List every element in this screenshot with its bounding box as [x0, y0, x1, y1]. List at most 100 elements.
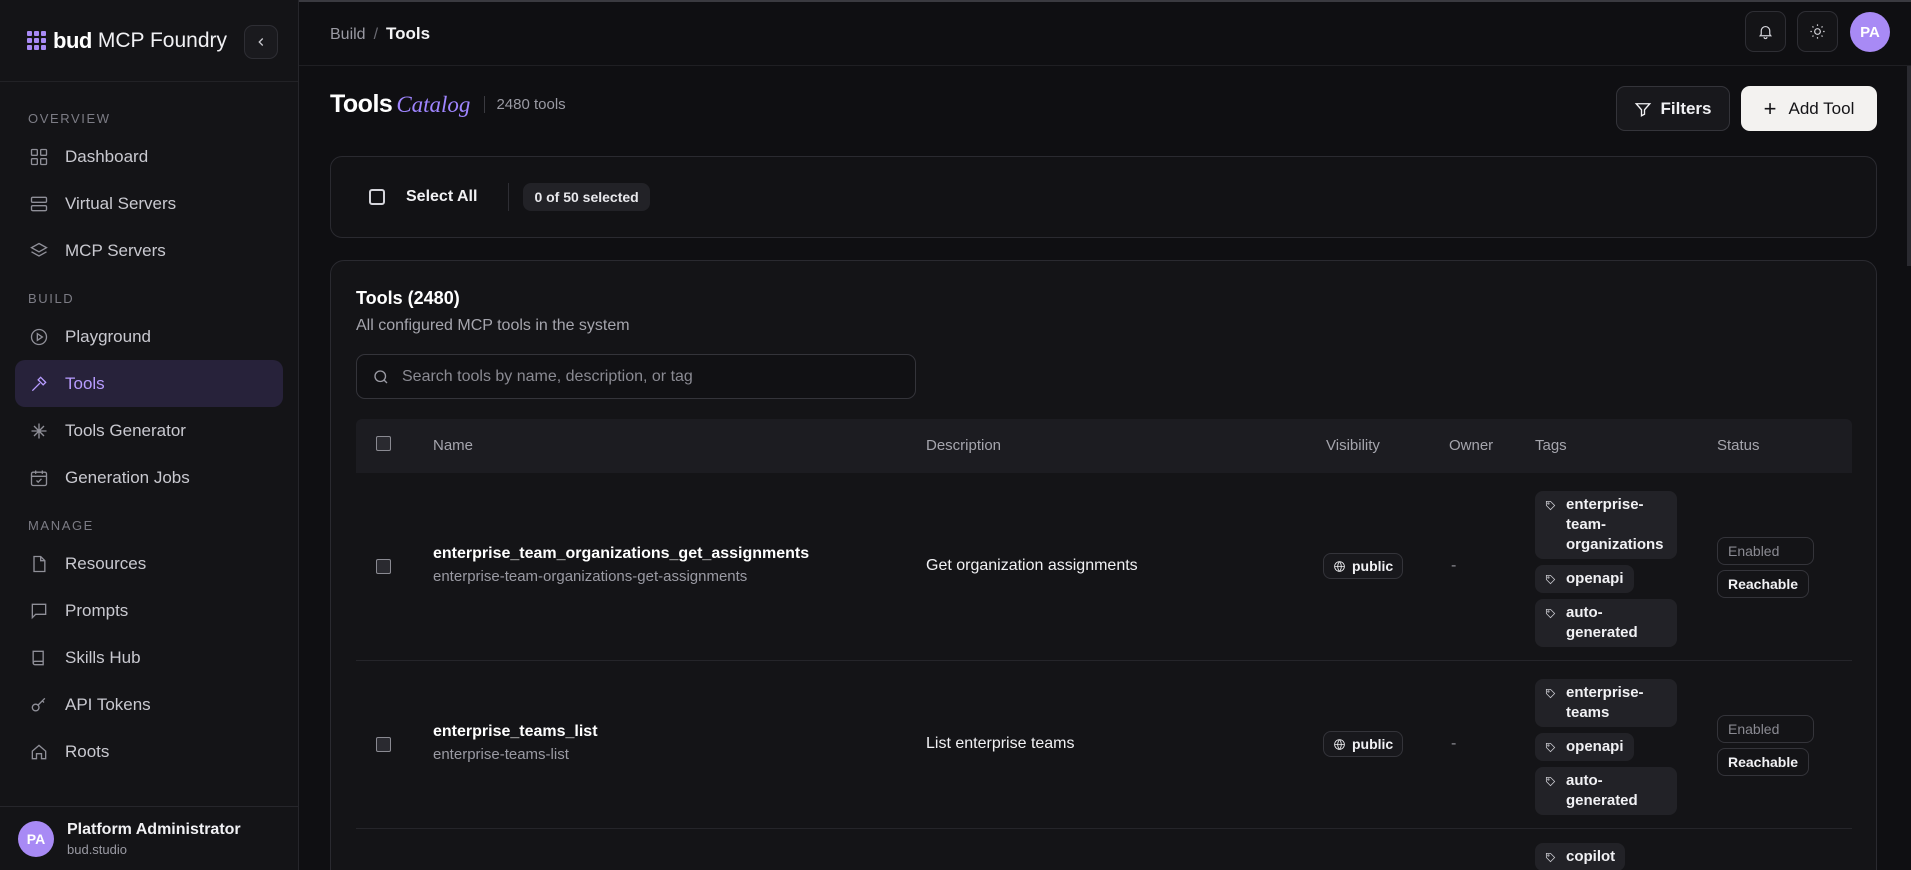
tag-label: auto-generated [1566, 772, 1638, 809]
sidebar-item-api-tokens[interactable]: API Tokens [15, 681, 283, 728]
select-all-label[interactable]: Select All [406, 188, 477, 206]
add-tool-button[interactable]: + Add Tool [1741, 86, 1877, 131]
calendar-check-icon [28, 467, 50, 489]
table-row[interactable]: enterprise_team_organizations_get_assign… [356, 473, 1852, 661]
page-scrollbar[interactable] [1907, 66, 1911, 266]
topbar: Build / Tools [299, 0, 1911, 66]
nav-section-overview: OVERVIEW [28, 111, 111, 126]
nav-section-manage: MANAGE [28, 518, 94, 533]
sidebar-item-label: Roots [65, 741, 110, 761]
page-header: Tools Catalog 2480 tools [330, 90, 566, 119]
collapse-sidebar-button[interactable] [244, 25, 278, 59]
sidebar-item-roots[interactable]: Roots [15, 728, 283, 775]
tag-badge[interactable]: copilot [1535, 843, 1626, 870]
page-title: Tools [330, 90, 393, 118]
header-checkbox[interactable] [376, 436, 391, 451]
table-row[interactable]: copilot [356, 829, 1852, 870]
table-row[interactable]: enterprise_teams_list enterprise-teams-li… [356, 661, 1852, 829]
tag-badge[interactable]: enterprise-team-organizations [1535, 491, 1677, 559]
status-enabled-toggle[interactable]: Enabled [1717, 537, 1814, 565]
tool-slug: enterprise-team-organizations-get-assign… [433, 568, 748, 585]
column-owner[interactable]: Owner [1449, 437, 1493, 454]
theme-toggle-button[interactable] [1797, 11, 1838, 52]
sidebar-item-skills-hub[interactable]: Skills Hub [15, 634, 283, 681]
tag-badge[interactable]: openapi [1535, 733, 1634, 761]
server-icon [28, 193, 50, 215]
user-avatar-button[interactable]: PA [1850, 12, 1890, 52]
sidebar-item-label: API Tokens [65, 694, 151, 714]
key-icon [28, 694, 50, 716]
tag-label: copilot [1566, 848, 1616, 865]
status-enabled-toggle[interactable]: Enabled [1717, 715, 1814, 743]
search-input[interactable] [402, 367, 882, 386]
filters-button[interactable]: Filters [1616, 86, 1730, 131]
globe-icon [1334, 738, 1345, 750]
brand-product: MCP Foundry [97, 28, 227, 52]
tool-name[interactable]: enterprise_teams_list [433, 723, 598, 741]
sidebar-item-tools[interactable]: Tools [15, 360, 283, 407]
sidebar-item-resources[interactable]: Resources [15, 540, 283, 587]
breadcrumb-build[interactable]: Build [330, 26, 366, 43]
filters-label: Filters [1660, 98, 1712, 118]
visibility-label: public [1352, 736, 1394, 752]
selection-bar: Select All 0 of 50 selected [330, 156, 1877, 238]
sparkle-icon [28, 420, 50, 442]
sidebar-item-tools-generator[interactable]: Tools Generator [15, 407, 283, 454]
tools-card-title: Tools (2480) [356, 288, 460, 308]
row-checkbox[interactable] [376, 737, 391, 752]
file-icon [28, 553, 50, 575]
tag-badge[interactable]: auto-generated [1535, 599, 1677, 647]
sidebar-item-prompts[interactable]: Prompts [15, 587, 283, 634]
column-status[interactable]: Status [1717, 437, 1760, 454]
breadcrumb-current: Tools [386, 24, 431, 43]
dashboard-icon [28, 146, 50, 168]
sidebar-item-label: Resources [65, 553, 147, 573]
column-description[interactable]: Description [926, 437, 1001, 454]
sidebar-item-virtual-servers[interactable]: Virtual Servers [15, 180, 283, 227]
page-title-accent: Catalog [396, 92, 471, 117]
tag-badge[interactable]: openapi [1535, 565, 1634, 593]
column-tags[interactable]: Tags [1535, 437, 1567, 454]
tags-cell: enterprise-teams openapi auto-generated [1535, 679, 1677, 821]
sidebar-item-label: MCP Servers [65, 240, 166, 260]
owner-value: - [1451, 557, 1457, 574]
avatar: PA [18, 820, 54, 857]
tag-icon [1545, 495, 1566, 511]
tool-name[interactable]: enterprise_team_organizations_get_assign… [433, 545, 809, 563]
tag-icon [1545, 603, 1566, 619]
tag-label: enterprise-team-organizations [1566, 496, 1664, 553]
owner-value: - [1451, 735, 1457, 752]
search-field[interactable] [356, 354, 916, 399]
visibility-label: public [1352, 558, 1394, 574]
globe-icon [1334, 560, 1345, 572]
tag-label: openapi [1566, 570, 1624, 587]
user-profile[interactable]: PA Platform Administrator bud.studio [0, 806, 298, 870]
tag-icon [1545, 771, 1566, 787]
tool-description: List enterprise teams [926, 735, 1075, 752]
select-all-checkbox[interactable] [369, 189, 385, 205]
bell-icon [1758, 25, 1773, 40]
sidebar-item-label: Skills Hub [65, 647, 141, 667]
tag-label: enterprise-teams [1566, 684, 1644, 721]
sidebar-item-label: Tools Generator [65, 420, 186, 440]
selected-count-badge: 0 of 50 selected [523, 183, 650, 211]
sidebar-item-playground[interactable]: Playground [15, 313, 283, 360]
sidebar-item-dashboard[interactable]: Dashboard [15, 133, 283, 180]
tag-badge[interactable]: auto-generated [1535, 767, 1677, 815]
plus-icon: + [1763, 95, 1777, 121]
tag-icon [1545, 683, 1566, 699]
tag-badge[interactable]: enterprise-teams [1535, 679, 1677, 727]
sun-icon [1810, 24, 1825, 39]
row-checkbox[interactable] [376, 559, 391, 574]
tag-icon [1545, 737, 1566, 753]
divider [508, 183, 510, 211]
sidebar-item-mcp-servers[interactable]: MCP Servers [15, 227, 283, 274]
sidebar-item-label: Generation Jobs [65, 467, 190, 487]
breadcrumb: Build / Tools [330, 24, 431, 43]
notifications-button[interactable] [1745, 11, 1786, 52]
search-icon [374, 369, 388, 383]
sidebar-item-generation-jobs[interactable]: Generation Jobs [15, 454, 283, 501]
visibility-badge: public [1323, 731, 1404, 757]
column-name[interactable]: Name [433, 437, 473, 454]
column-visibility[interactable]: Visibility [1326, 437, 1380, 454]
